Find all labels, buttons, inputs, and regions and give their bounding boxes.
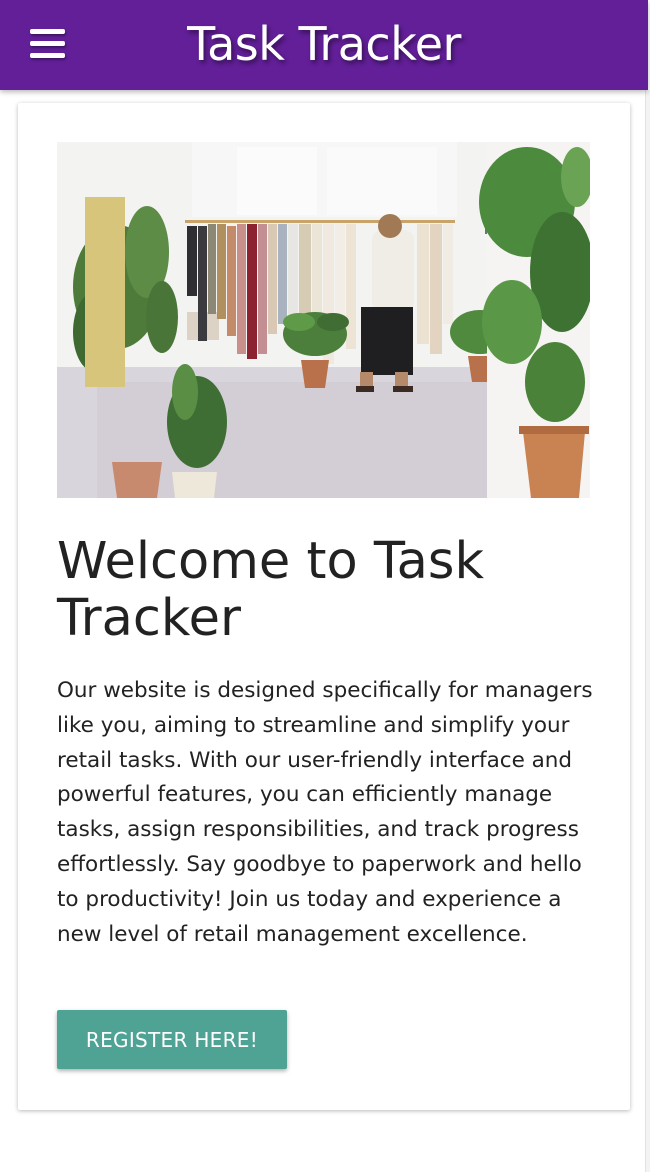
scrollbar-track[interactable]	[645, 90, 650, 1172]
register-button[interactable]: REGISTER HERE!	[57, 1010, 287, 1069]
app-title: Task Tracker	[187, 17, 461, 71]
app-bar: Task Tracker	[0, 0, 648, 90]
hero-image	[57, 142, 590, 498]
page-title: Welcome to Task Tracker	[57, 532, 484, 648]
intro-paragraph: Our website is designed specifically for…	[57, 678, 593, 947]
welcome-card: Welcome to Task Tracker Our website is d…	[18, 103, 630, 1110]
page: Task Tracker Welcome to Task Tracker Our…	[0, 0, 650, 1172]
